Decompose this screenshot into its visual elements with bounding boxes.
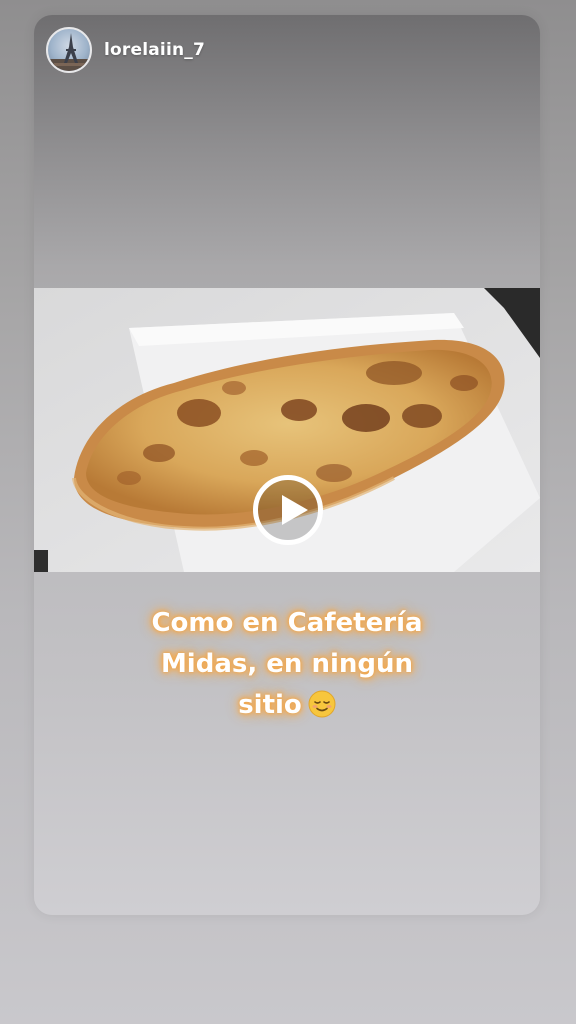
relieved-face-icon [308,690,336,718]
avatar[interactable] [46,27,92,73]
story-card[interactable]: lorelaiin_7 Como en Cafetería Midas, en … [34,15,540,915]
story-header: lorelaiin_7 [46,27,205,73]
username[interactable]: lorelaiin_7 [104,40,205,60]
play-button[interactable] [253,475,323,545]
story-caption: Como en Cafetería Midas, en ningún sitio [74,603,500,726]
eiffel-tower-icon [48,33,90,71]
caption-line-2: Midas, en ningún [160,649,414,679]
caption-line-3: sitio [74,685,500,726]
play-icon [282,495,308,525]
caption-line-1: Como en Cafetería [151,608,423,638]
video-thumbnail[interactable] [34,288,540,572]
